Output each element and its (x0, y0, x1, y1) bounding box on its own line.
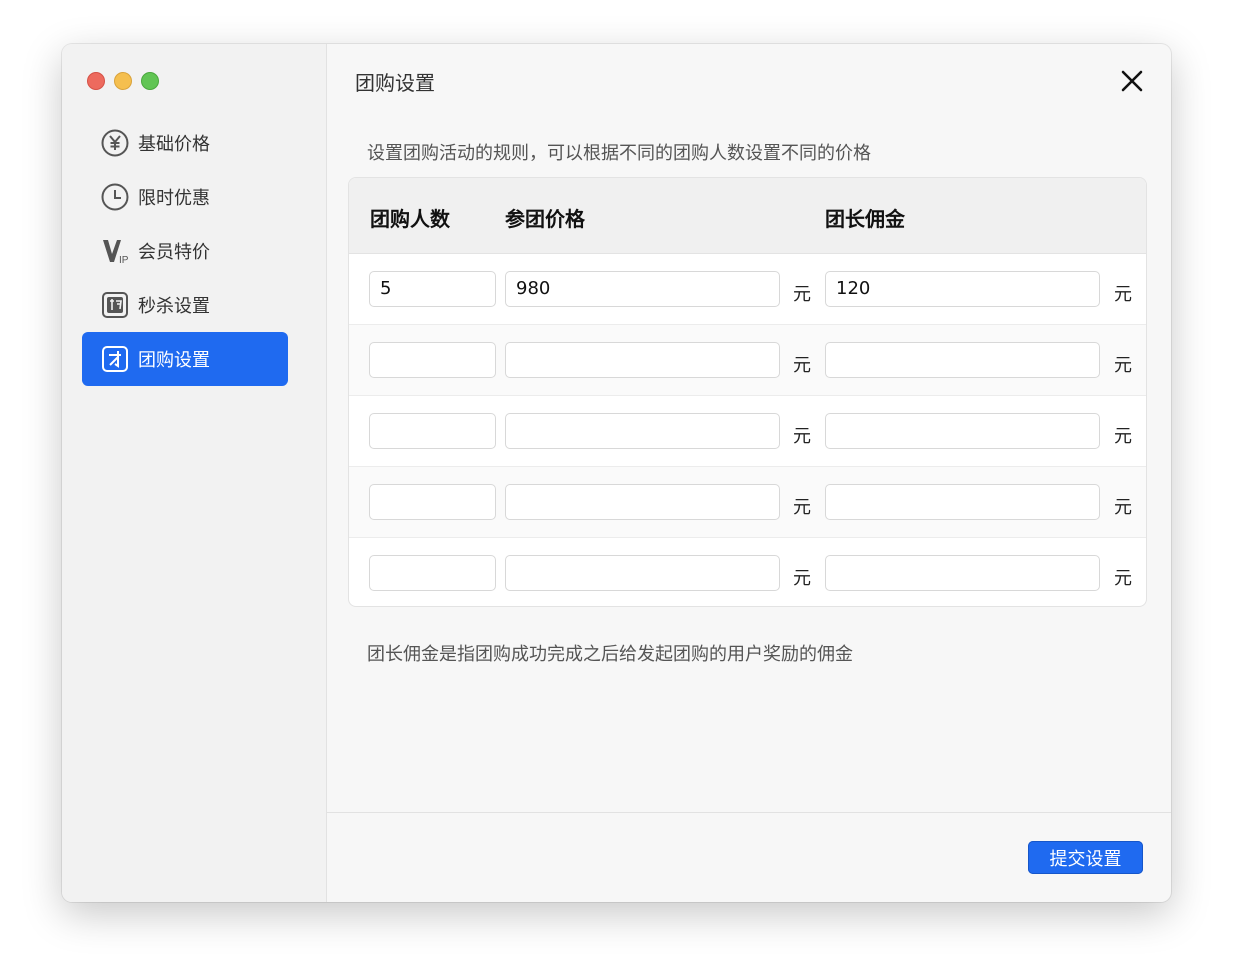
group-buy-table: 团购人数 参团价格 团长佣金 5 980 元 120 元 元 元 元 元 元 元… (348, 177, 1147, 607)
table-row: 元 元 (349, 467, 1146, 538)
table-row: 元 元 (349, 538, 1146, 606)
yen-circle-icon (100, 128, 130, 158)
sidebar-item-label: 会员特价 (138, 242, 210, 263)
window-controls (87, 72, 159, 90)
table-row: 元 元 (349, 325, 1146, 396)
sidebar-item-label: 团购设置 (138, 350, 210, 371)
price-unit: 元 (793, 568, 811, 589)
table-row: 5 980 元 120 元 (349, 254, 1146, 325)
price-unit: 元 (793, 426, 811, 447)
group-size-input[interactable]: 5 (369, 271, 496, 307)
sidebar-item-label: 基础价格 (138, 134, 210, 155)
header-group-size: 团购人数 (370, 207, 450, 231)
clock-icon (100, 182, 130, 212)
sidebar: 基础价格 限时优惠 IP 会员特价 秒杀设置 团购设置 (62, 44, 327, 902)
group-price-input[interactable]: 980 (505, 271, 780, 307)
commission-unit: 元 (1114, 426, 1132, 447)
group-price-input[interactable] (505, 484, 780, 520)
sidebar-item-flash-sale[interactable]: 秒杀设置 (82, 278, 288, 332)
commission-unit: 元 (1114, 284, 1132, 305)
price-unit: 元 (793, 284, 811, 305)
price-unit: 元 (793, 497, 811, 518)
commission-input[interactable]: 120 (825, 271, 1100, 307)
sidebar-item-basic-price[interactable]: 基础价格 (82, 116, 288, 170)
main-panel: 团购设置 设置团购活动的规则，可以根据不同的团购人数设置不同的价格 团购人数 参… (327, 44, 1171, 902)
sidebar-item-label: 秒杀设置 (138, 296, 210, 317)
price-unit: 元 (793, 355, 811, 376)
group-price-input[interactable] (505, 413, 780, 449)
commission-unit: 元 (1114, 497, 1132, 518)
group-size-input[interactable] (369, 413, 496, 449)
minimize-window-button[interactable] (114, 72, 132, 90)
table-row: 元 元 (349, 396, 1146, 467)
page-description: 设置团购活动的规则，可以根据不同的团购人数设置不同的价格 (367, 143, 871, 164)
group-size-input[interactable] (369, 484, 496, 520)
commission-input[interactable] (825, 413, 1100, 449)
sidebar-item-label: 限时优惠 (138, 188, 210, 209)
zoom-window-button[interactable] (141, 72, 159, 90)
commission-input[interactable] (825, 342, 1100, 378)
group-size-input[interactable] (369, 555, 496, 591)
settings-window: 基础价格 限时优惠 IP 会员特价 秒杀设置 团购设置 团购设置 设置团购活动的… (62, 44, 1171, 902)
group-price-input[interactable] (505, 342, 780, 378)
commission-input[interactable] (825, 484, 1100, 520)
commission-unit: 元 (1114, 355, 1132, 376)
commission-unit: 元 (1114, 568, 1132, 589)
sidebar-item-limited-offer[interactable]: 限时优惠 (82, 170, 288, 224)
sidebar-item-group-buy[interactable]: 团购设置 (82, 332, 288, 386)
sidebar-nav: 基础价格 限时优惠 IP 会员特价 秒杀设置 团购设置 (82, 116, 288, 386)
sidebar-item-member-price[interactable]: IP 会员特价 (82, 224, 288, 278)
close-window-button[interactable] (87, 72, 105, 90)
commission-input[interactable] (825, 555, 1100, 591)
svg-text:IP: IP (119, 255, 129, 266)
close-icon[interactable] (1119, 68, 1145, 94)
footer-divider (327, 812, 1171, 813)
vip-icon: IP (100, 236, 130, 266)
table-header: 团购人数 参团价格 团长佣金 (349, 178, 1146, 254)
submit-button[interactable]: 提交设置 (1028, 841, 1143, 874)
group-price-input[interactable] (505, 555, 780, 591)
page-title: 团购设置 (355, 71, 435, 95)
tuan-badge-icon (100, 344, 130, 374)
commission-note: 团长佣金是指团购成功完成之后给发起团购的用户奖励的佣金 (367, 644, 853, 665)
header-group-price: 参团价格 (505, 207, 585, 231)
group-size-input[interactable] (369, 342, 496, 378)
miao-badge-icon (100, 290, 130, 320)
header-leader-commission: 团长佣金 (825, 207, 905, 231)
